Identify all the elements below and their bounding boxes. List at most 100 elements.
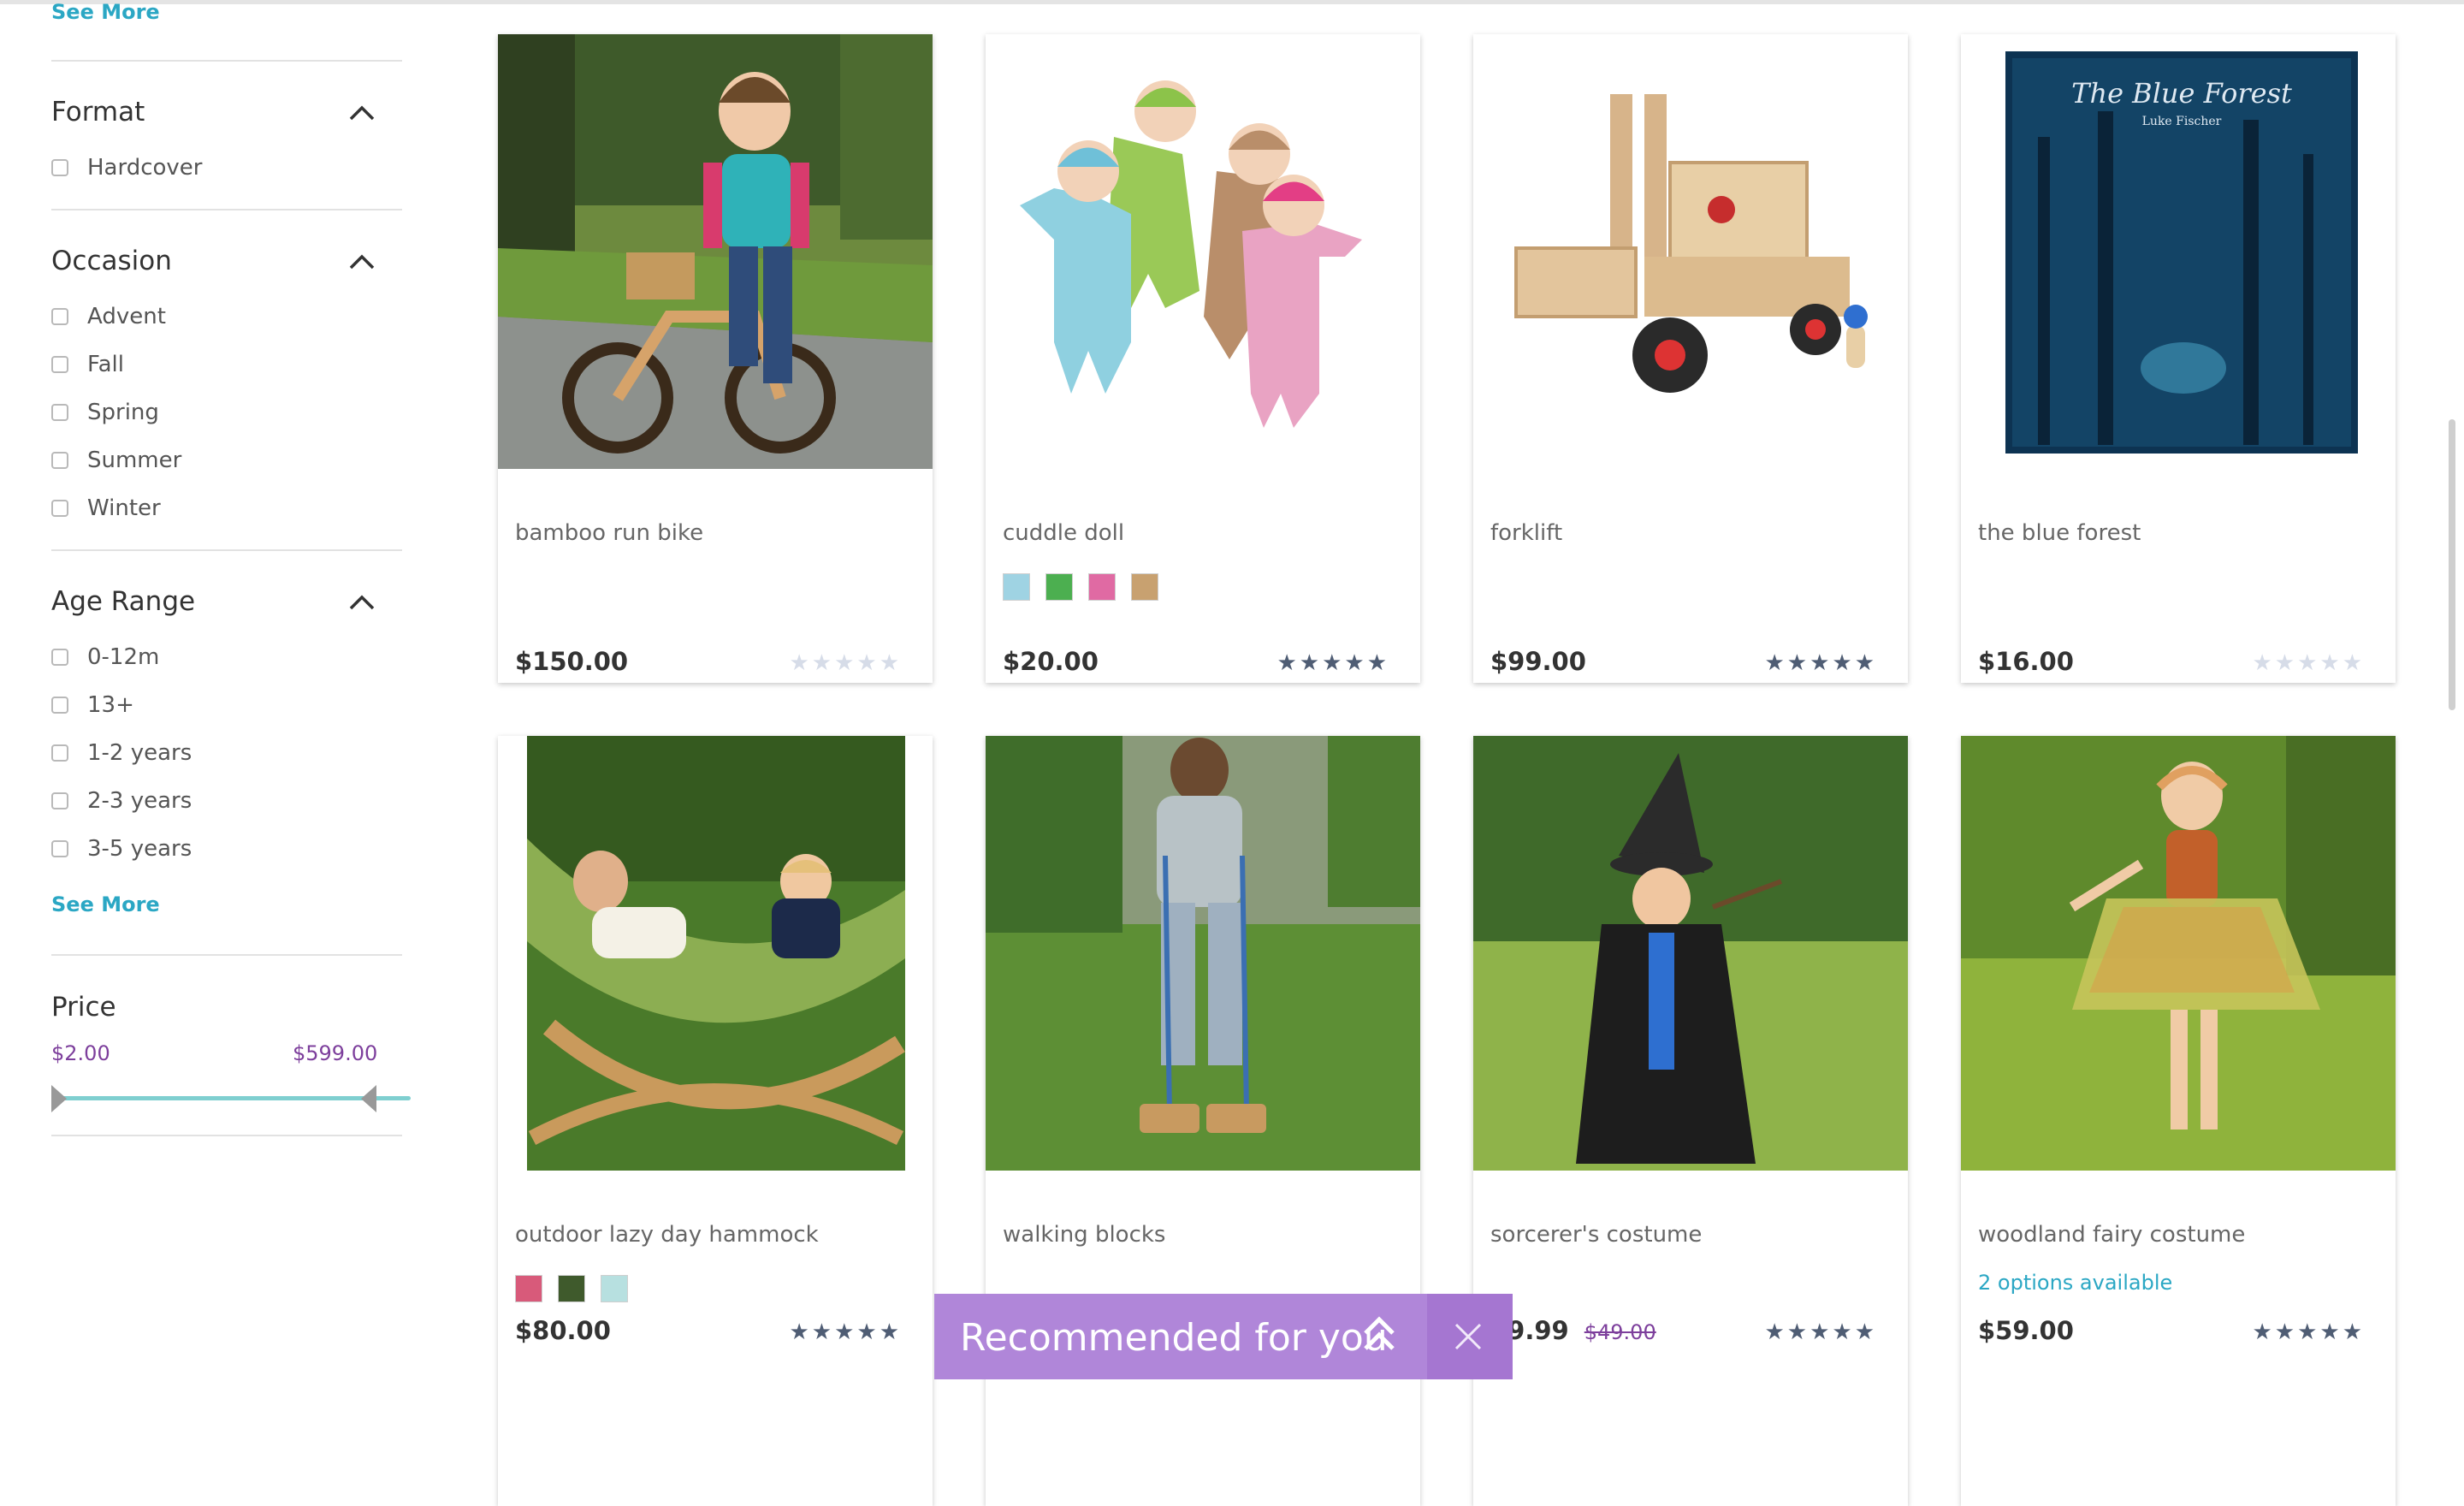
facet-age-range-title[interactable]: Age Range bbox=[51, 586, 195, 617]
facet-price-title: Price bbox=[51, 992, 116, 1023]
product-name[interactable]: bamboo run bike bbox=[515, 520, 703, 546]
product-card[interactable]: bamboo run bike $150.00 ★★★★★ bbox=[498, 34, 933, 683]
option-label: Summer bbox=[87, 448, 182, 473]
options-available-link[interactable]: 2 options available bbox=[1978, 1271, 2172, 1295]
price-slider-min-handle[interactable] bbox=[51, 1085, 67, 1112]
product-image-blue-forest-book[interactable]: The Blue Forest Luke Fischer bbox=[1961, 34, 2396, 469]
checkbox[interactable] bbox=[51, 308, 68, 325]
product-name[interactable]: cuddle doll bbox=[1003, 520, 1124, 546]
close-icon[interactable] bbox=[1453, 1321, 1484, 1352]
swatch-aqua[interactable] bbox=[601, 1275, 628, 1302]
checkbox[interactable] bbox=[51, 404, 68, 421]
product-image-hammock[interactable] bbox=[498, 736, 933, 1171]
product-card[interactable]: cuddle doll $20.00 ★★★★★ bbox=[986, 34, 1420, 683]
chevron-up-icon[interactable] bbox=[347, 592, 376, 613]
product-image-bike[interactable] bbox=[498, 34, 933, 469]
facet-format-title[interactable]: Format bbox=[51, 97, 145, 127]
product-image-cuddle-doll[interactable] bbox=[986, 34, 1420, 469]
product-price: $150.00 bbox=[515, 647, 629, 676]
product-card[interactable]: outdoor lazy day hammock $80.00 ★★★★★ bbox=[498, 736, 933, 1506]
color-swatches bbox=[515, 1275, 628, 1302]
recommended-close-button[interactable] bbox=[1427, 1294, 1513, 1379]
option-label: 13+ bbox=[87, 692, 134, 718]
price-slider-max-handle[interactable] bbox=[361, 1085, 376, 1112]
star-rating: ★★★★★ bbox=[789, 650, 902, 676]
book-cover-title: The Blue Forest bbox=[2071, 77, 2292, 110]
filter-option-1-2-years[interactable]: 1-2 years bbox=[51, 740, 192, 766]
product-name[interactable]: sorcerer's costume bbox=[1490, 1222, 1702, 1248]
original-price: $49.00 bbox=[1584, 1320, 1656, 1344]
product-price: 39.99 $49.00 bbox=[1490, 1316, 1656, 1345]
checkbox[interactable] bbox=[51, 744, 68, 762]
product-name[interactable]: the blue forest bbox=[1978, 520, 2141, 546]
top-border bbox=[0, 0, 2464, 4]
product-price: $59.00 bbox=[1978, 1316, 2074, 1345]
recommended-bar[interactable]: Recommended for you bbox=[934, 1294, 1513, 1379]
filter-option-winter[interactable]: Winter bbox=[51, 495, 161, 521]
checkbox[interactable] bbox=[51, 356, 68, 373]
option-label: Spring bbox=[87, 400, 159, 425]
price-min-label: $2.00 bbox=[51, 1041, 110, 1065]
swatch-olive[interactable] bbox=[558, 1275, 585, 1302]
product-card[interactable]: walking blocks bbox=[986, 736, 1420, 1506]
product-image-walking-blocks[interactable] bbox=[986, 736, 1420, 1171]
filter-option-advent[interactable]: Advent bbox=[51, 304, 166, 329]
product-image-forklift[interactable] bbox=[1473, 34, 1908, 469]
filter-option-summer[interactable]: Summer bbox=[51, 448, 181, 473]
checkbox[interactable] bbox=[51, 840, 68, 857]
product-name[interactable]: walking blocks bbox=[1003, 1222, 1165, 1248]
product-image-sorcerer-costume[interactable] bbox=[1473, 736, 1908, 1171]
checkbox[interactable] bbox=[51, 649, 68, 666]
checkbox[interactable] bbox=[51, 792, 68, 809]
divider bbox=[51, 209, 402, 210]
option-label: Hardcover bbox=[87, 155, 203, 181]
chevron-up-icon[interactable] bbox=[347, 252, 376, 272]
product-card[interactable]: woodland fairy costume 2 options availab… bbox=[1961, 736, 2396, 1506]
option-label: 2-3 years bbox=[87, 788, 192, 814]
product-image-fairy-costume[interactable] bbox=[1961, 736, 2396, 1171]
chevron-up-icon[interactable] bbox=[347, 103, 376, 123]
filter-option-hardcover[interactable]: Hardcover bbox=[51, 155, 203, 181]
color-swatches bbox=[1003, 573, 1158, 601]
filter-option-2-3-years[interactable]: 2-3 years bbox=[51, 788, 192, 814]
page-scrollbar[interactable] bbox=[2449, 419, 2455, 710]
price-slider-track[interactable] bbox=[58, 1096, 411, 1100]
divider bbox=[51, 954, 402, 956]
swatch-tan[interactable] bbox=[1131, 573, 1158, 601]
product-card[interactable]: forklift $99.00 ★★★★★ bbox=[1473, 34, 1908, 683]
product-price: $20.00 bbox=[1003, 647, 1099, 676]
checkbox[interactable] bbox=[51, 500, 68, 517]
checkbox[interactable] bbox=[51, 697, 68, 714]
filter-option-fall[interactable]: Fall bbox=[51, 352, 124, 377]
checkbox[interactable] bbox=[51, 452, 68, 469]
filter-option-0-12m[interactable]: 0-12m bbox=[51, 644, 159, 670]
product-card[interactable]: sorcerer's costume 39.99 $49.00 ★★★★★ bbox=[1473, 736, 1908, 1506]
divider bbox=[51, 1135, 402, 1136]
product-card[interactable]: The Blue Forest Luke Fischer the blue fo… bbox=[1961, 34, 2396, 683]
option-label: Advent bbox=[87, 304, 166, 329]
facet-occasion-title[interactable]: Occasion bbox=[51, 246, 172, 276]
filter-option-3-5-years[interactable]: 3-5 years bbox=[51, 836, 192, 862]
price-max-label: $599.00 bbox=[293, 1041, 378, 1065]
star-rating: ★★★★★ bbox=[1764, 1319, 1877, 1345]
checkbox[interactable] bbox=[51, 159, 68, 176]
option-label: 0-12m bbox=[87, 644, 160, 670]
product-name[interactable]: forklift bbox=[1490, 520, 1562, 546]
product-name[interactable]: woodland fairy costume bbox=[1978, 1222, 2245, 1248]
swatch-pink[interactable] bbox=[1088, 573, 1116, 601]
swatch-green[interactable] bbox=[1045, 573, 1073, 601]
see-more-link-age[interactable]: See More bbox=[51, 892, 160, 916]
product-price: $16.00 bbox=[1978, 647, 2074, 676]
product-name[interactable]: outdoor lazy day hammock bbox=[515, 1222, 819, 1248]
star-rating: ★★★★★ bbox=[2252, 650, 2365, 676]
product-price: $80.00 bbox=[515, 1316, 611, 1345]
book-cover-author: Luke Fischer bbox=[2142, 115, 2222, 128]
option-label: Fall bbox=[87, 352, 124, 377]
swatch-light-blue[interactable] bbox=[1003, 573, 1030, 601]
recommended-label[interactable]: Recommended for you bbox=[960, 1316, 1388, 1360]
filter-option-spring[interactable]: Spring bbox=[51, 400, 159, 425]
filter-option-13-plus[interactable]: 13+ bbox=[51, 692, 134, 718]
see-more-link-top[interactable]: See More bbox=[51, 0, 160, 24]
double-chevron-up-icon[interactable] bbox=[1360, 1313, 1398, 1355]
swatch-rose[interactable] bbox=[515, 1275, 542, 1302]
